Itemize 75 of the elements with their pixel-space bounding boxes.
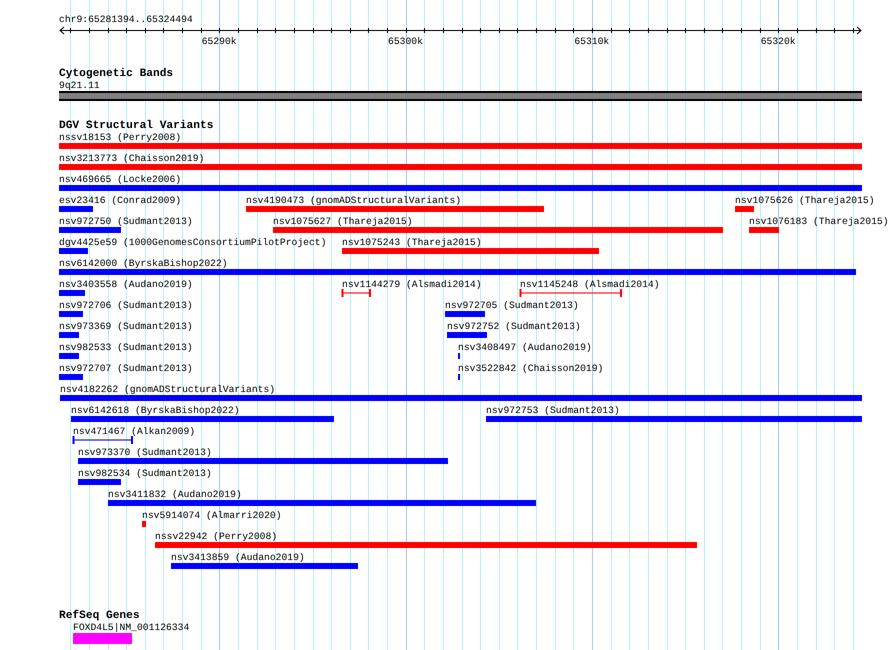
track-title: Cytogenetic Bands xyxy=(59,68,174,80)
variant-bar[interactable] xyxy=(108,500,536,506)
variant-bar[interactable] xyxy=(273,227,723,233)
variant-span[interactable] xyxy=(520,289,622,297)
feature-label: nsv3213773 (Chaisson2019) xyxy=(59,153,204,164)
feature-label: nsv1075243 (Thareja2015) xyxy=(342,237,482,248)
feature-label: nsv1144279 (Alsmadi2014) xyxy=(342,279,482,290)
feature-label: nsv972705 (Sudmant2013) xyxy=(445,300,579,311)
variant-bar[interactable] xyxy=(71,416,334,422)
ruler-tick-label: 65320k xyxy=(760,36,796,48)
location-label: chr9:65281394..65324494 xyxy=(59,14,193,26)
variant-bar[interactable] xyxy=(142,521,146,527)
variant-bar[interactable] xyxy=(60,395,862,401)
feature-label: nsv972753 (Sudmant2013) xyxy=(486,405,620,416)
variant-bar[interactable] xyxy=(78,458,448,464)
variant-bar[interactable] xyxy=(342,248,599,254)
feature-label: nsv469665 (Locke2006) xyxy=(59,174,182,185)
feature-label: nsv973370 (Sudmant2013) xyxy=(78,447,212,458)
feature-label: nsv972707 (Sudmant2013) xyxy=(59,363,193,374)
feature-label: nsv972706 (Sudmant2013) xyxy=(59,300,193,311)
variant-bar[interactable] xyxy=(246,206,544,212)
variant-bar[interactable] xyxy=(59,248,88,254)
feature-label: nsv972752 (Sudmant2013) xyxy=(447,321,581,332)
variant-bar[interactable] xyxy=(59,206,93,212)
feature-label: nsv3408497 (Audano2019) xyxy=(458,342,592,353)
feature-label: nsv471467 (Alkan2009) xyxy=(73,426,196,437)
feature-label: nsv3403558 (Audano2019) xyxy=(59,279,193,290)
feature-label: nsv982533 (Sudmant2013) xyxy=(59,342,193,353)
feature-label: nsv1076183 (Thareja2015) xyxy=(749,216,889,227)
feature-label: 9q21.11 xyxy=(59,80,100,91)
feature-label: dgv4425e59 (1000GenomesConsortiumPilotProject) xyxy=(59,237,326,248)
variant-bar[interactable] xyxy=(447,332,487,338)
variant-bar[interactable] xyxy=(78,479,121,485)
feature-label: nsv6142000 (ByrskaBishop2022) xyxy=(59,258,228,269)
variant-span[interactable] xyxy=(342,289,371,297)
variant-bar[interactable] xyxy=(59,311,83,317)
variant-bar[interactable] xyxy=(749,227,779,233)
variant-bar[interactable] xyxy=(171,563,358,569)
gene-bar[interactable] xyxy=(73,633,132,644)
ruler-tick-label: 65300k xyxy=(388,36,423,48)
variant-bar[interactable] xyxy=(59,185,862,191)
variant-bar[interactable] xyxy=(59,332,79,338)
variant-bar[interactable] xyxy=(59,353,79,359)
track-title: RefSeq Genes xyxy=(59,610,140,622)
variant-bar[interactable] xyxy=(59,269,856,275)
variant-bar[interactable] xyxy=(59,374,83,380)
feature-label: FOXD4L5|NM_001126334 xyxy=(73,622,190,633)
feature-label: nssv18153 (Perry2008) xyxy=(59,132,182,143)
feature-label: nsv6142618 (ByrskaBishop2022) xyxy=(71,405,240,416)
feature-label: nsv3413859 (Audano2019) xyxy=(171,552,305,563)
feature-label: nsv982534 (Sudmant2013) xyxy=(78,468,212,479)
feature-label: nsv4190473 (gnomADStructuralVariants) xyxy=(246,195,462,206)
feature-label: nsv5914074 (Almarri2020) xyxy=(142,510,282,521)
feature-label: nssv22942 (Perry2008) xyxy=(155,531,278,542)
feature-label: nsv972750 (Sudmant2013) xyxy=(59,216,193,227)
feature-label: nsv1075626 (Thareja2015) xyxy=(735,195,875,206)
feature-label: nsv3522842 (Chaisson2019) xyxy=(458,363,604,374)
variant-bar[interactable] xyxy=(155,542,697,548)
variant-span[interactable] xyxy=(72,436,133,444)
feature-label: nsv1075627 (Thareja2015) xyxy=(273,216,413,227)
ruler-tick-label: 65310k xyxy=(574,36,610,48)
variant-bar[interactable] xyxy=(59,164,862,170)
variant-bar[interactable] xyxy=(59,143,862,149)
feature-label: nsv973369 (Sudmant2013) xyxy=(59,321,193,332)
feature-label: nsv3411832 (Audano2019) xyxy=(108,489,242,500)
variant-bar[interactable] xyxy=(59,227,121,233)
feature-label: nsv4182262 (gnomADStructuralVariants) xyxy=(60,384,276,395)
variant-bar[interactable] xyxy=(735,206,754,212)
variant-bar[interactable] xyxy=(486,416,862,422)
track-title: DGV Structural Variants xyxy=(59,120,214,132)
variant-bar[interactable] xyxy=(445,311,485,317)
feature-label: nsv1145248 (Alsmadi2014) xyxy=(520,279,660,290)
variant-bar[interactable] xyxy=(59,290,85,296)
feature-label: esv23416 (Conrad2009) xyxy=(59,195,182,206)
ruler-tick-label: 65290k xyxy=(202,36,237,48)
